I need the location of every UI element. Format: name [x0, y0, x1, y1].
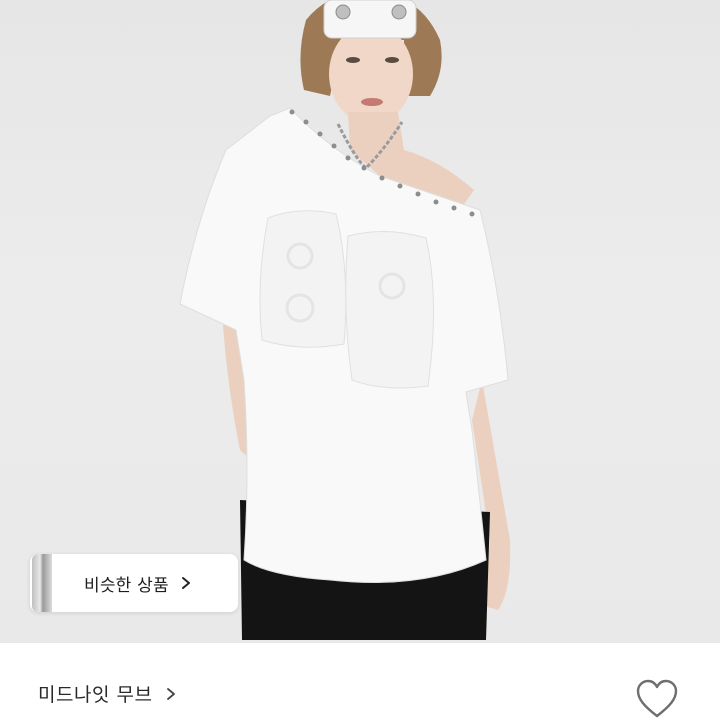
shop-name: 미드나잇 무브	[38, 684, 153, 706]
similar-products-button[interactable]: 비슷한 상품	[30, 554, 238, 612]
similar-products-label: 비슷한 상품	[84, 575, 169, 596]
chevron-right-icon	[167, 687, 176, 700]
product-photo[interactable]	[0, 0, 720, 643]
shop-link[interactable]: 미드나잇 무브	[38, 680, 178, 707]
similar-product-thumbnail	[32, 554, 52, 612]
heart-icon[interactable]	[634, 678, 680, 720]
product-illustration	[179, 0, 511, 640]
chevron-right-icon	[181, 577, 190, 589]
